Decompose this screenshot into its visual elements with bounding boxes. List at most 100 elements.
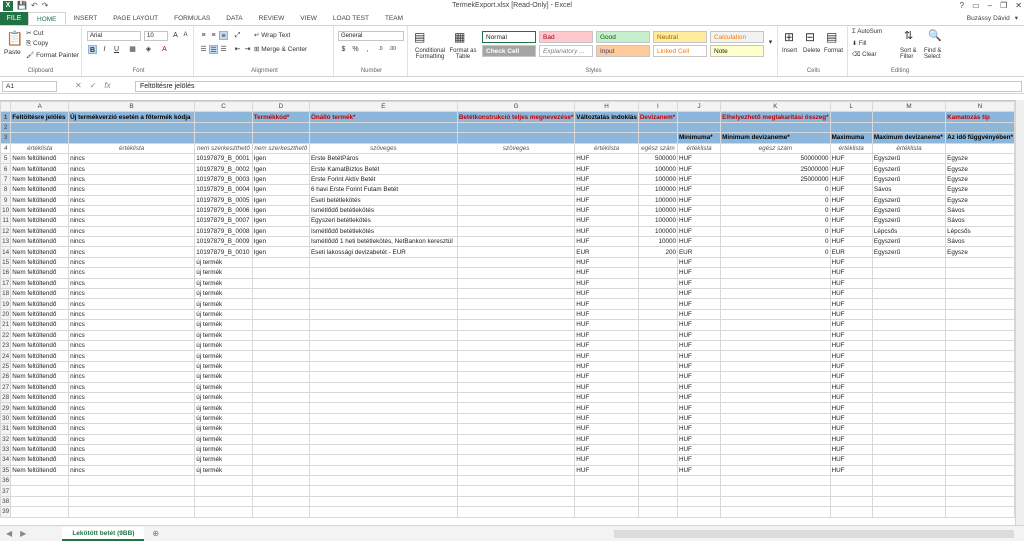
cell[interactable] — [676, 475, 722, 487]
cell[interactable] — [251, 350, 310, 362]
cell[interactable]: HUF — [574, 402, 639, 414]
grow-font-icon[interactable]: A — [171, 31, 180, 40]
cell[interactable] — [456, 433, 576, 445]
cell[interactable] — [829, 121, 873, 134]
cell[interactable]: Eseti lakossági devizabetét - EUR — [308, 246, 458, 258]
cell[interactable] — [871, 360, 947, 373]
cell[interactable] — [720, 319, 831, 331]
cell[interactable]: 10197879_B_0001 — [194, 152, 253, 165]
cell[interactable]: HUF — [574, 256, 639, 269]
cell[interactable] — [720, 485, 831, 497]
cell[interactable]: Egyszerű — [871, 246, 947, 258]
cell[interactable] — [871, 454, 947, 466]
cell[interactable] — [720, 267, 831, 279]
cell[interactable]: Változtatás indoklás — [574, 111, 639, 123]
cell[interactable] — [456, 277, 576, 290]
cell[interactable] — [456, 339, 576, 352]
cell[interactable] — [251, 402, 310, 414]
cell[interactable] — [720, 412, 831, 425]
cell[interactable] — [720, 329, 831, 342]
function-icon[interactable]: fx — [104, 81, 110, 90]
format-cells-icon[interactable]: ▤ — [826, 30, 837, 44]
save-icon[interactable]: 💾 — [17, 0, 27, 12]
row-header[interactable]: 31 — [0, 423, 12, 435]
cell[interactable]: Egysze — [945, 194, 1015, 206]
cell[interactable]: Egyszerű — [871, 194, 947, 206]
cell[interactable] — [720, 391, 831, 404]
cell[interactable] — [871, 495, 947, 508]
cell[interactable]: nincs — [68, 152, 196, 165]
cell[interactable]: HUF — [676, 163, 722, 175]
cell[interactable]: HUF — [676, 319, 722, 331]
cell[interactable] — [194, 485, 253, 497]
cell[interactable]: HUF — [829, 288, 873, 300]
tab-view[interactable]: VIEW — [292, 12, 325, 25]
cell[interactable]: EUR — [574, 246, 639, 258]
tab-team[interactable]: TEAM — [377, 12, 411, 25]
cell[interactable] — [68, 495, 196, 508]
cell[interactable]: új termék — [194, 443, 253, 456]
cell[interactable] — [308, 485, 458, 497]
cell[interactable] — [194, 121, 253, 134]
column-header[interactable]: J — [676, 101, 722, 113]
cell[interactable] — [308, 506, 458, 518]
cell[interactable]: Termékkód* — [251, 111, 310, 123]
cell[interactable] — [637, 371, 678, 383]
font-size-select[interactable]: 10 — [144, 31, 168, 41]
next-sheet-icon[interactable]: ▶ — [20, 529, 26, 538]
row-header[interactable]: 27 — [0, 381, 12, 393]
cell[interactable] — [456, 225, 576, 238]
cell[interactable] — [676, 506, 722, 518]
cell[interactable]: Igen — [251, 215, 310, 227]
cell[interactable]: Nem feltöltendő — [10, 402, 70, 414]
format-as-table-button[interactable]: Format as Table — [448, 48, 478, 60]
vertical-scrollbar[interactable] — [1015, 100, 1024, 525]
cell[interactable] — [637, 433, 678, 445]
cell[interactable]: 50000000 — [720, 152, 831, 165]
ribbon-display-button[interactable]: ▭ — [972, 0, 980, 12]
cell[interactable]: Igen — [251, 163, 310, 175]
cell[interactable]: Minimum devizaneme* — [720, 132, 831, 144]
cell[interactable] — [871, 443, 947, 456]
cell[interactable] — [251, 329, 310, 342]
cell[interactable] — [308, 339, 458, 352]
cell[interactable] — [456, 423, 576, 435]
cell[interactable]: Ismétlődő betétlekötés — [308, 204, 458, 217]
cell[interactable]: HUF — [676, 194, 722, 206]
cell[interactable]: Igen — [251, 225, 310, 238]
format-as-table-icon[interactable]: ▦ — [454, 30, 465, 44]
cell[interactable]: Nem feltöltendő — [10, 267, 70, 279]
cell[interactable]: HUF — [574, 454, 639, 466]
cell[interactable]: új termék — [194, 277, 253, 290]
row-header[interactable]: 24 — [0, 350, 12, 362]
cell[interactable]: Igen — [251, 236, 310, 248]
cell[interactable]: nincs — [68, 194, 196, 206]
row-header[interactable]: 28 — [0, 391, 12, 404]
cell[interactable] — [194, 506, 253, 518]
align-center-icon[interactable]: ☰ — [209, 45, 218, 54]
cell[interactable] — [308, 329, 458, 342]
cell[interactable]: Nem feltöltendő — [10, 319, 70, 331]
cell[interactable]: Igen — [251, 184, 310, 196]
cell[interactable]: Nem feltöltendő — [10, 339, 70, 352]
sort-filter-button[interactable]: Sort & Filter — [900, 48, 922, 60]
cell[interactable]: Sávos — [945, 204, 1015, 217]
cell[interactable] — [251, 308, 310, 321]
cancel-icon[interactable]: ✕ — [75, 81, 82, 90]
cell[interactable]: HUF — [574, 236, 639, 248]
cell[interactable] — [945, 256, 1015, 269]
cell[interactable] — [456, 402, 576, 414]
cell[interactable] — [945, 391, 1015, 404]
cell[interactable]: nincs — [68, 412, 196, 425]
row-header[interactable]: 21 — [0, 319, 12, 331]
row-header[interactable]: 30 — [0, 412, 12, 425]
fill-button[interactable]: ⬇ Fill — [852, 40, 866, 47]
cell[interactable]: HUF — [676, 329, 722, 342]
enter-icon[interactable]: ✓ — [90, 81, 97, 90]
cell[interactable]: HUF — [676, 173, 722, 186]
cell[interactable]: HUF — [676, 256, 722, 269]
cell[interactable]: Igen — [251, 173, 310, 186]
find-select-button[interactable]: Find & Select — [924, 48, 948, 60]
cell[interactable] — [251, 464, 310, 477]
cell[interactable]: nincs — [68, 423, 196, 435]
